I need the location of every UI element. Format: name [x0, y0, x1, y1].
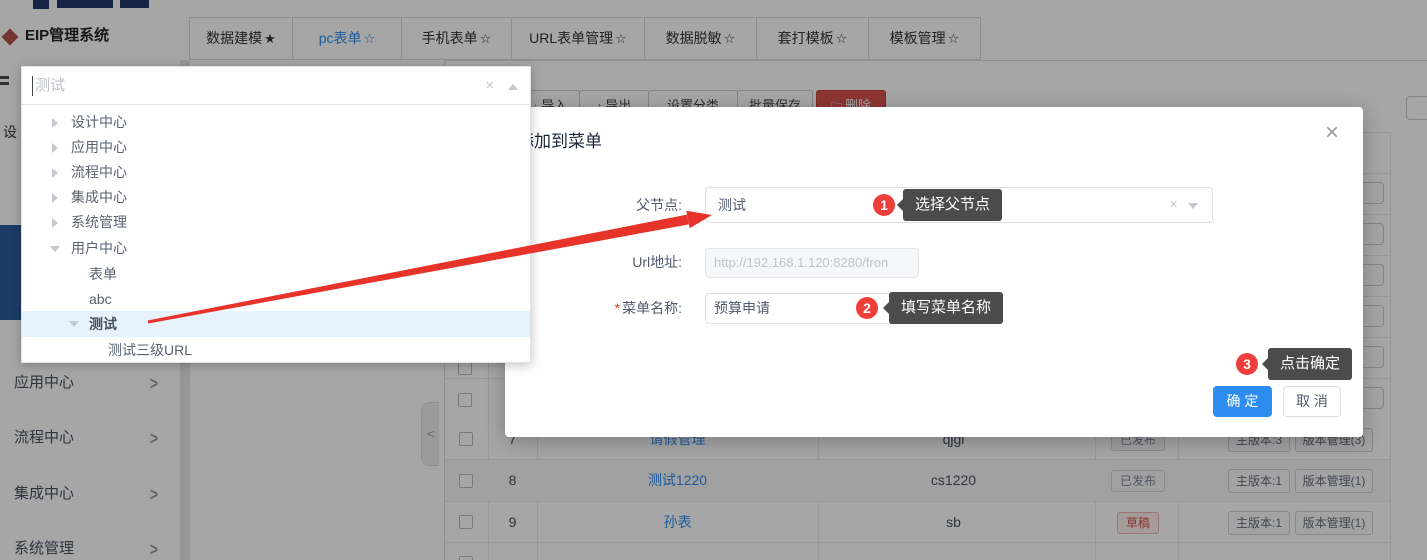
tree-item-system-mgmt[interactable]: 系统管理 — [22, 210, 530, 235]
tree-item-abc[interactable]: abc — [22, 287, 530, 312]
annotation-badge-3: 3 — [1236, 353, 1258, 375]
caret-down-icon[interactable] — [69, 321, 79, 327]
annotation-badge-2: 2 — [856, 297, 878, 319]
url-label: Url地址: — [632, 254, 682, 270]
tree-item-test-level3-url[interactable]: 测试三级URL — [22, 338, 530, 363]
tree-item-user-center[interactable]: 用户中心 — [22, 236, 530, 261]
caret-down-icon[interactable] — [1188, 203, 1198, 209]
caret-right-icon[interactable] — [52, 167, 58, 178]
parent-node-label: 父节点: — [636, 197, 682, 213]
caret-right-icon[interactable] — [52, 192, 58, 203]
required-mark: * — [614, 300, 621, 316]
parent-node-value: 测试 — [718, 197, 746, 213]
caret-right-icon[interactable] — [52, 142, 58, 153]
screen: EIP管理系统 数据建模 ★ pc表单 ☆ 手机表单 ☆ URL表单管理 ☆ 数据脱敏 ☆… — [0, 0, 1427, 560]
tree-search-input[interactable]: 测试 × — [22, 67, 530, 105]
tree-item-form[interactable]: 表单 — [22, 262, 530, 287]
tree-item-integration-center[interactable]: 集成中心 — [22, 185, 530, 210]
close-icon[interactable]: × — [1325, 121, 1339, 145]
caret-right-icon[interactable] — [52, 117, 58, 128]
clear-icon[interactable]: × — [1169, 188, 1178, 222]
parent-node-dropdown: 测试 × 设计中心 应用中心 流程中心 集成中心 系统管理 用户中心 表单 ab… — [21, 66, 531, 363]
tooltip-arrow — [1262, 358, 1268, 370]
tree-item-process-center[interactable]: 流程中心 — [22, 160, 530, 185]
caret-down-icon[interactable] — [50, 245, 60, 252]
caret-right-icon[interactable] — [52, 217, 58, 228]
tooltip-arrow — [897, 199, 903, 211]
tree-item-design-center[interactable]: 设计中心 — [22, 110, 530, 135]
tree-item-test-selected[interactable]: 测试 — [22, 311, 530, 337]
tooltip-arrow — [883, 302, 889, 314]
confirm-button[interactable]: 确 定 — [1213, 386, 1272, 417]
annotation-tip-3: 点击确定 — [1262, 348, 1353, 380]
annotation-tip-2: 填写菜单名称 — [883, 292, 1004, 324]
annotation-tip-1: 选择父节点 — [897, 189, 1003, 221]
annotation-badge-1: 1 — [873, 194, 895, 216]
tree-item-app-center[interactable]: 应用中心 — [22, 135, 530, 160]
add-to-menu-modal: 添加到菜单 × 父节点: 测试 × Url地址: http://192.168.… — [505, 107, 1363, 437]
url-input: http://192.168.1.120:8280/fron — [705, 248, 919, 278]
cancel-button[interactable]: 取 消 — [1283, 386, 1341, 417]
menu-name-label: * 菜单名称: — [614, 300, 682, 316]
text-caret — [32, 76, 33, 96]
caret-up-icon[interactable] — [508, 84, 518, 90]
search-text: 测试 — [35, 77, 66, 94]
clear-icon[interactable]: × — [485, 67, 494, 105]
